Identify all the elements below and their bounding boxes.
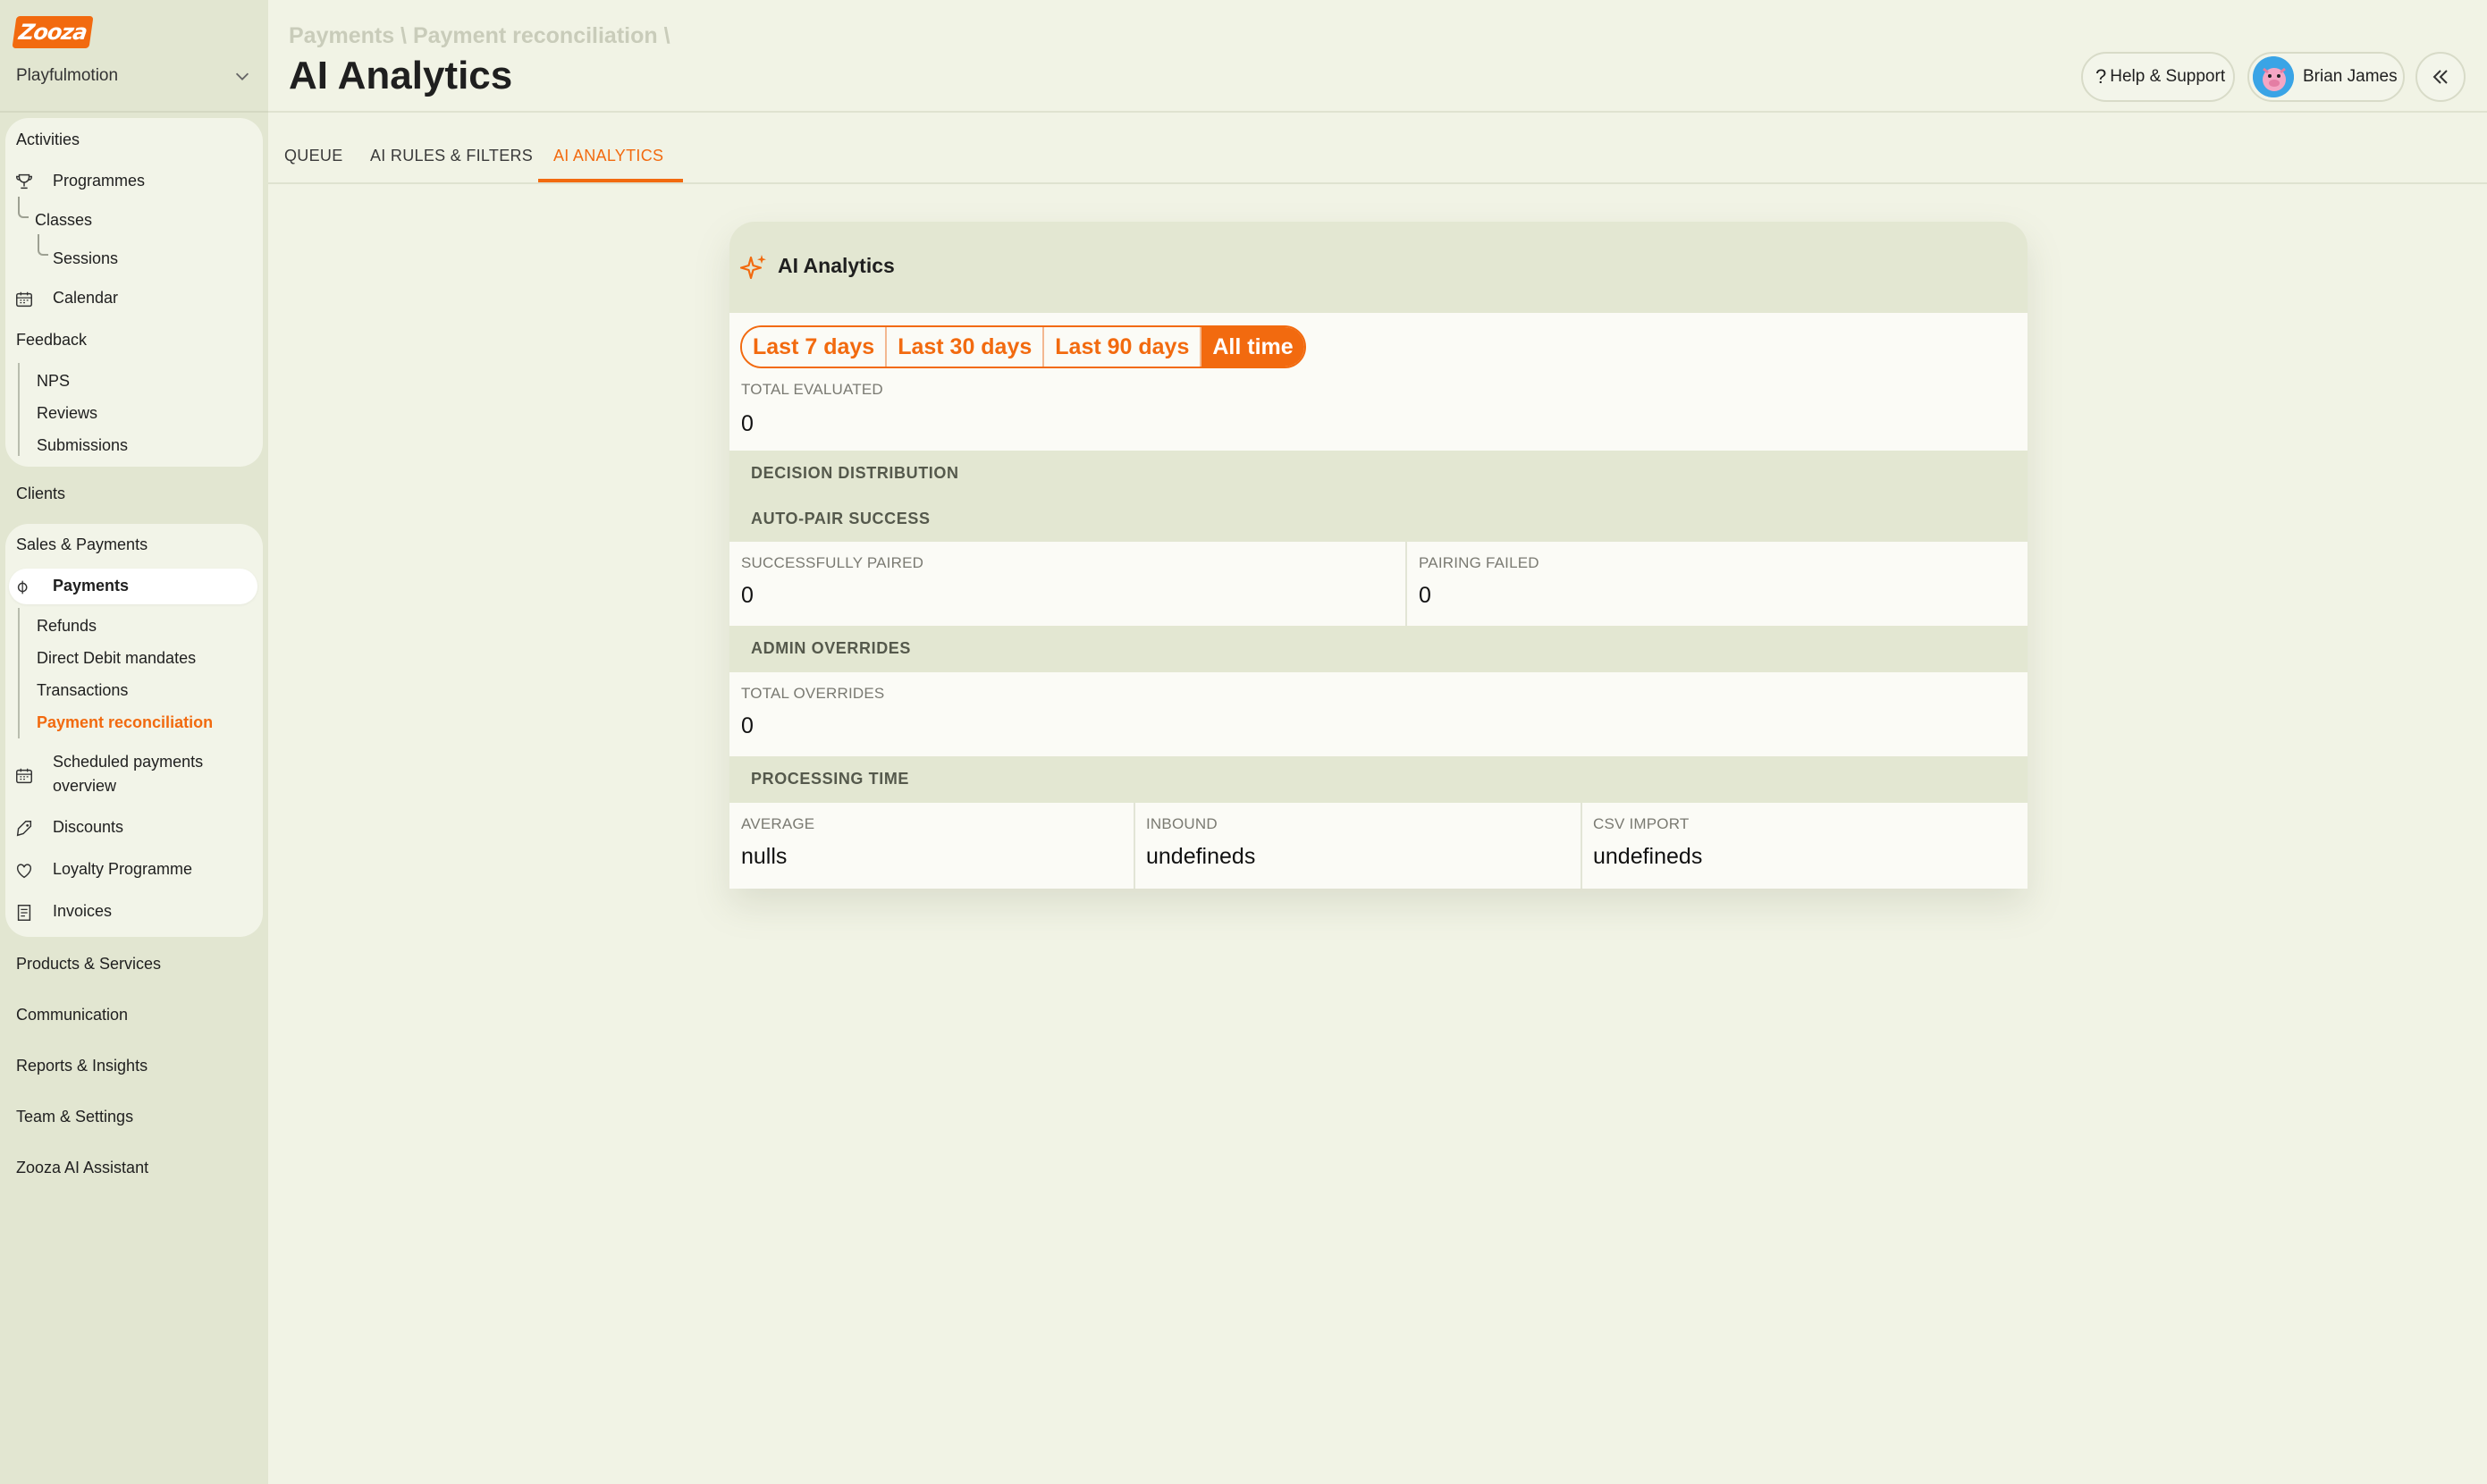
sidebar-item-invoices[interactable]: Invoices — [53, 902, 112, 921]
total-overrides-label: TOTAL OVERRIDES — [741, 685, 885, 702]
payments-icon — [14, 578, 34, 597]
section-admin-overrides: ADMIN OVERRIDES — [751, 639, 912, 657]
question-icon: ? — [2095, 65, 2107, 88]
period-last-7-days[interactable]: Last 7 days — [742, 327, 888, 367]
avatar — [2253, 56, 2294, 97]
sidebar-item-refunds[interactable]: Refunds — [37, 617, 97, 636]
csv-import-label: CSV IMPORT — [1593, 815, 1690, 832]
calendar-icon — [14, 766, 34, 786]
sparkle-icon — [739, 255, 766, 280]
total-evaluated-label: TOTAL EVALUATED — [741, 381, 883, 398]
successfully-paired-value: 0 — [741, 583, 754, 608]
sidebar-item-nps[interactable]: NPS — [37, 372, 70, 391]
tab-queue[interactable]: QUEUE — [284, 147, 343, 165]
total-evaluated-value: 0 — [741, 411, 754, 436]
org-name: Playfulmotion — [16, 66, 119, 85]
card-title: AI Analytics — [778, 254, 895, 277]
average-value: nulls — [741, 844, 788, 869]
nav-section-ai-assistant[interactable]: Zooza AI Assistant — [16, 1159, 148, 1177]
sidebar-item-sessions[interactable]: Sessions — [53, 249, 118, 268]
calendar-icon — [14, 290, 34, 309]
auto-pair-panel: SUCCESSFULLY PAIRED 0 PAIRING FAILED 0 — [729, 542, 2028, 626]
sidebar-item-payment-reconciliation[interactable]: Payment reconciliation — [37, 713, 213, 732]
period-last-90-days[interactable]: Last 90 days — [1044, 327, 1202, 367]
pairing-failed-value: 0 — [1419, 583, 1431, 608]
csv-import-value: undefineds — [1593, 844, 1703, 869]
overrides-panel: TOTAL OVERRIDES 0 — [729, 672, 2028, 756]
nav-section-products[interactable]: Products & Services — [16, 955, 161, 974]
card-header: AI Analytics — [729, 222, 2028, 313]
help-support-button[interactable]: ? Help & Support — [2081, 52, 2235, 102]
user-name: Brian James — [2303, 67, 2398, 86]
nav-section-activities[interactable]: Activities — [16, 131, 80, 149]
period-all-time[interactable]: All time — [1201, 327, 1304, 367]
sidebar-item-classes[interactable]: Classes — [35, 211, 92, 230]
breadcrumb[interactable]: Payments \ Payment reconciliation \ — [289, 23, 670, 49]
section-processing-time: PROCESSING TIME — [751, 770, 910, 788]
user-menu-button[interactable]: Brian James — [2247, 52, 2405, 102]
tree-line — [18, 363, 20, 456]
total-evaluated-panel: Last 7 days Last 30 days Last 90 days Al… — [729, 313, 2028, 451]
period-selector: Last 7 days Last 30 days Last 90 days Al… — [740, 325, 1306, 368]
sidebar-item-scheduled-payments[interactable]: Scheduled payments — [53, 753, 203, 772]
period-last-30-days[interactable]: Last 30 days — [887, 327, 1045, 367]
tree-connector — [38, 234, 48, 256]
sidebar-item-loyalty[interactable]: Loyalty Programme — [53, 860, 192, 879]
active-item-highlight — [9, 569, 257, 604]
nav-section-sales[interactable]: Sales & Payments — [16, 535, 148, 554]
tag-icon — [14, 819, 34, 839]
sidebar-item-programmes[interactable]: Programmes — [53, 172, 145, 190]
sidebar: Zooza Playfulmotion Activities Programme… — [0, 0, 268, 1484]
sidebar-item-payments[interactable]: Payments — [53, 577, 129, 595]
sidebar-item-transactions[interactable]: Transactions — [37, 681, 128, 700]
org-switcher[interactable]: Playfulmotion — [16, 64, 252, 88]
pairing-failed-label: PAIRING FAILED — [1419, 554, 1539, 571]
tree-connector — [18, 197, 29, 218]
help-support-label: Help & Support — [2110, 67, 2226, 86]
column-divider — [1405, 542, 1407, 626]
sidebar-item-scheduled-payments-line2[interactable]: overview — [53, 777, 116, 796]
processing-time-panel: AVERAGE nulls INBOUND undefineds CSV IMP… — [729, 803, 2028, 889]
divider — [268, 111, 2487, 113]
double-chevron-left-icon — [2432, 70, 2448, 84]
page-title: AI Analytics — [289, 54, 513, 97]
sidebar-item-direct-debit[interactable]: Direct Debit mandates — [37, 649, 196, 668]
nav-section-clients[interactable]: Clients — [16, 485, 65, 503]
sidebar-item-discounts[interactable]: Discounts — [53, 818, 123, 837]
average-label: AVERAGE — [741, 815, 815, 832]
ai-analytics-card: AI Analytics Last 7 days Last 30 days La… — [729, 222, 2028, 889]
tree-line — [18, 608, 20, 738]
column-divider — [1134, 803, 1135, 889]
divider — [268, 182, 2487, 184]
nav-section-communication[interactable]: Communication — [16, 1006, 128, 1024]
nav-section-reports[interactable]: Reports & Insights — [16, 1057, 148, 1075]
tab-ai-analytics[interactable]: AI ANALYTICS — [553, 147, 663, 165]
trophy-icon — [14, 172, 34, 191]
inbound-label: INBOUND — [1146, 815, 1218, 832]
section-decision-distribution: DECISION DISTRIBUTION — [751, 464, 959, 482]
sidebar-item-submissions[interactable]: Submissions — [37, 436, 128, 455]
nav-section-team[interactable]: Team & Settings — [16, 1108, 133, 1126]
inbound-value: undefineds — [1146, 844, 1256, 869]
section-auto-pair-success: AUTO-PAIR SUCCESS — [751, 510, 931, 527]
nav-section-feedback[interactable]: Feedback — [16, 331, 87, 350]
divider — [0, 111, 268, 113]
collapse-panel-button[interactable] — [2415, 52, 2466, 102]
sidebar-item-reviews[interactable]: Reviews — [37, 404, 97, 423]
successfully-paired-label: SUCCESSFULLY PAIRED — [741, 554, 924, 571]
chevron-down-icon — [235, 72, 249, 80]
sidebar-item-calendar[interactable]: Calendar — [53, 289, 118, 308]
heart-icon — [14, 861, 34, 881]
total-overrides-value: 0 — [741, 713, 754, 738]
tab-ai-rules-filters[interactable]: AI RULES & FILTERS — [370, 147, 533, 165]
column-divider — [1581, 803, 1582, 889]
zooza-logo[interactable]: Zooza — [12, 16, 94, 48]
invoice-icon — [14, 903, 34, 923]
